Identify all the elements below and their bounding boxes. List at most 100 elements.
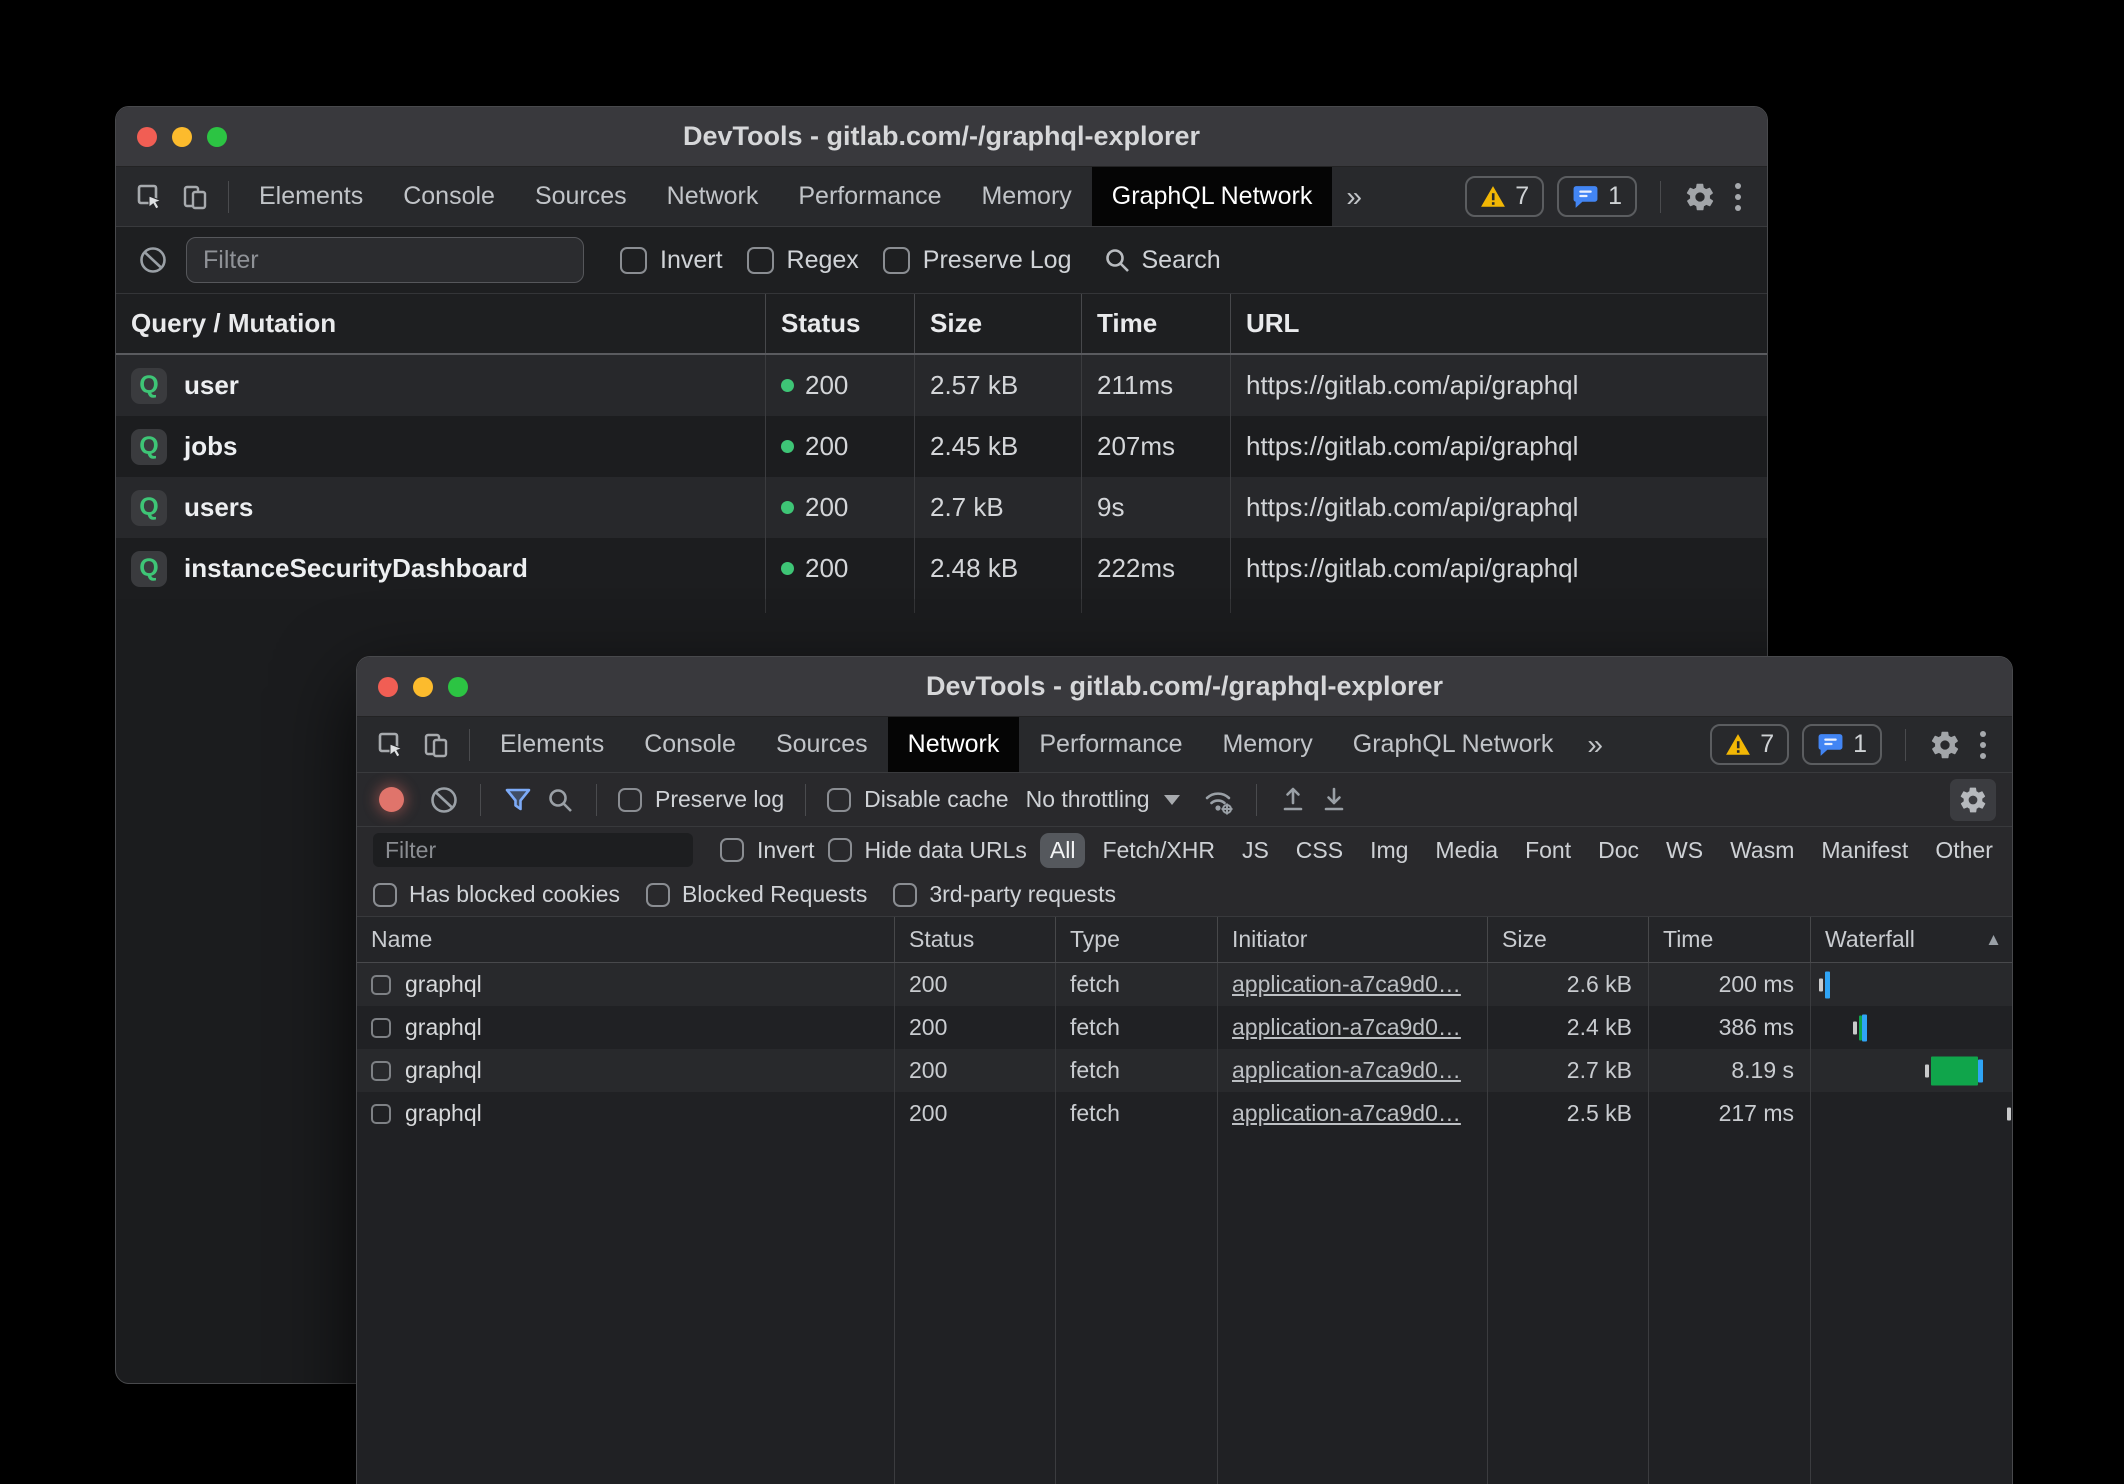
type-filter-chip[interactable]: Font: [1515, 833, 1581, 868]
titlebar[interactable]: DevTools - gitlab.com/-/graphql-explorer: [116, 107, 1767, 167]
column-header-url[interactable]: URL: [1231, 294, 1767, 353]
panel-tab[interactable]: GraphQL Network: [1333, 717, 1574, 772]
more-tabs-icon[interactable]: »: [1332, 167, 1376, 226]
row-checkbox[interactable]: [371, 1061, 391, 1081]
messages-badge[interactable]: 1: [1557, 176, 1637, 217]
network-request-row[interactable]: graphql 200 fetch application-a7ca9d0… 2…: [357, 1006, 2012, 1049]
device-toolbar-icon[interactable]: [180, 181, 212, 213]
panel-tab[interactable]: Memory: [961, 167, 1091, 226]
waterfall-cell: [1811, 963, 2012, 1006]
panel-tab[interactable]: Sources: [756, 717, 888, 772]
type-filter-chip[interactable]: Doc: [1588, 833, 1649, 868]
initiator-link[interactable]: application-a7ca9d0…: [1232, 1057, 1461, 1084]
invert-checkbox[interactable]: [620, 247, 647, 274]
graphql-request-row[interactable]: Q instanceSecurityDashboard 200 2.48 kB …: [116, 538, 1767, 599]
panel-tab[interactable]: Performance: [778, 167, 961, 226]
zoom-button[interactable]: [207, 127, 227, 147]
column-header-time[interactable]: Time: [1082, 294, 1231, 353]
graphql-request-row[interactable]: Q jobs 200 2.45 kB 207ms https://gitlab.…: [116, 416, 1767, 477]
type-filter-chip[interactable]: Media: [1425, 833, 1508, 868]
panel-tab[interactable]: Network: [647, 167, 779, 226]
minimize-button[interactable]: [413, 677, 433, 697]
blocked-requests-checkbox[interactable]: [646, 883, 670, 907]
invert-checkbox[interactable]: [720, 838, 744, 862]
hide-data-urls-checkbox[interactable]: [828, 838, 852, 862]
close-button[interactable]: [378, 677, 398, 697]
filter-funnel-icon[interactable]: [502, 784, 534, 816]
titlebar[interactable]: DevTools - gitlab.com/-/graphql-explorer: [357, 657, 2012, 717]
settings-gear-icon[interactable]: [1929, 729, 1961, 761]
record-network-log-button[interactable]: [379, 787, 404, 812]
clear-log-icon[interactable]: [138, 245, 168, 275]
initiator-link[interactable]: application-a7ca9d0…: [1232, 971, 1461, 998]
column-header-type[interactable]: Type: [1056, 917, 1218, 962]
network-request-row[interactable]: graphql 200 fetch application-a7ca9d0… 2…: [357, 1049, 2012, 1092]
settings-gear-icon[interactable]: [1684, 181, 1716, 213]
more-options-icon[interactable]: [1729, 183, 1747, 211]
inspect-element-icon[interactable]: [134, 181, 166, 213]
panel-tab[interactable]: Sources: [515, 167, 647, 226]
type-filter-chip[interactable]: WS: [1656, 833, 1713, 868]
third-party-checkbox[interactable]: [893, 883, 917, 907]
column-header-name[interactable]: Name: [357, 917, 895, 962]
column-header-time[interactable]: Time: [1649, 917, 1811, 962]
inspect-element-icon[interactable]: [375, 729, 407, 761]
minimize-button[interactable]: [172, 127, 192, 147]
column-header-query[interactable]: Query / Mutation: [116, 294, 766, 353]
zoom-button[interactable]: [448, 677, 468, 697]
column-header-waterfall[interactable]: Waterfall ▲: [1811, 917, 2012, 962]
panel-tab[interactable]: Elements: [480, 717, 624, 772]
initiator-link[interactable]: application-a7ca9d0…: [1232, 1100, 1461, 1127]
close-button[interactable]: [137, 127, 157, 147]
column-header-status[interactable]: Status: [895, 917, 1056, 962]
type-filter-chip[interactable]: JS: [1232, 833, 1279, 868]
filter-input[interactable]: [186, 237, 584, 283]
network-conditions-icon[interactable]: [1201, 784, 1235, 816]
export-har-icon[interactable]: [1319, 785, 1349, 815]
more-tabs-icon[interactable]: »: [1573, 717, 1617, 772]
clear-network-log-icon[interactable]: [429, 785, 459, 815]
type-filter-chip[interactable]: Other: [1925, 833, 2003, 868]
column-header-size[interactable]: Size: [915, 294, 1082, 353]
search-group[interactable]: Search: [1102, 245, 1221, 275]
panel-tab[interactable]: Console: [383, 167, 515, 226]
throttling-select[interactable]: No throttling: [1026, 786, 1180, 813]
network-settings-button[interactable]: [1950, 779, 1996, 821]
messages-badge[interactable]: 1: [1802, 724, 1882, 765]
warnings-badge[interactable]: 7: [1465, 176, 1544, 217]
type-filter-chip[interactable]: Wasm: [1720, 833, 1804, 868]
disable-cache-checkbox[interactable]: [827, 788, 851, 812]
preserve-log-checkbox[interactable]: [618, 788, 642, 812]
row-checkbox[interactable]: [371, 975, 391, 995]
type-filter-chip[interactable]: CSS: [1286, 833, 1353, 868]
type-filter-chip[interactable]: Fetch/XHR: [1092, 833, 1224, 868]
network-request-row[interactable]: graphql 200 fetch application-a7ca9d0… 2…: [357, 963, 2012, 1006]
column-header-status[interactable]: Status: [766, 294, 915, 353]
network-request-row[interactable]: graphql 200 fetch application-a7ca9d0… 2…: [357, 1092, 2012, 1135]
device-toolbar-icon[interactable]: [421, 729, 453, 761]
graphql-request-row[interactable]: Q user 200 2.57 kB 211ms https://gitlab.…: [116, 355, 1767, 416]
more-options-icon[interactable]: [1974, 731, 1992, 759]
graphql-request-row[interactable]: Q users 200 2.7 kB 9s https://gitlab.com…: [116, 477, 1767, 538]
blocked-cookies-checkbox[interactable]: [373, 883, 397, 907]
column-header-size[interactable]: Size: [1488, 917, 1649, 962]
preserve-log-checkbox[interactable]: [883, 247, 910, 274]
search-icon[interactable]: [545, 785, 575, 815]
panel-tab[interactable]: Performance: [1019, 717, 1202, 772]
row-checkbox[interactable]: [371, 1104, 391, 1124]
row-checkbox[interactable]: [371, 1018, 391, 1038]
column-header-initiator[interactable]: Initiator: [1218, 917, 1488, 962]
regex-checkbox[interactable]: [747, 247, 774, 274]
warnings-badge[interactable]: 7: [1710, 724, 1789, 765]
panel-tab[interactable]: Network: [888, 717, 1020, 772]
network-filter-input[interactable]: [373, 833, 693, 867]
initiator-link[interactable]: application-a7ca9d0…: [1232, 1014, 1461, 1041]
type-filter-chip[interactable]: Img: [1360, 833, 1418, 868]
panel-tab[interactable]: Elements: [239, 167, 383, 226]
import-har-icon[interactable]: [1278, 785, 1308, 815]
type-filter-chip[interactable]: Manifest: [1811, 833, 1918, 868]
panel-tab[interactable]: GraphQL Network: [1092, 167, 1333, 226]
type-filter-chip[interactable]: All: [1040, 833, 1086, 868]
panel-tab[interactable]: Memory: [1202, 717, 1332, 772]
panel-tab[interactable]: Console: [624, 717, 756, 772]
